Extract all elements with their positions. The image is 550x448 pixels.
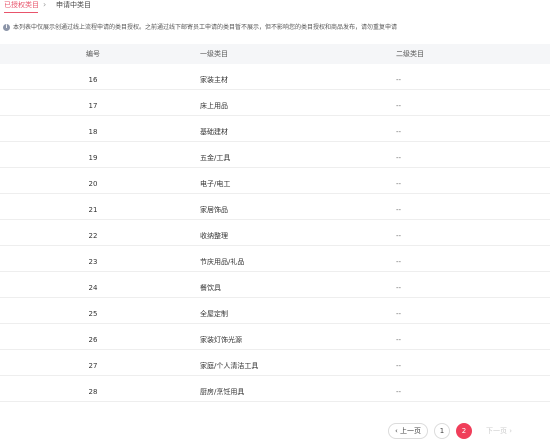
table-row: 18 基础建材 -- bbox=[0, 116, 550, 142]
table-body: 16 家装主材 -- 17 床上用品 -- 18 基础建材 -- 19 五金/工… bbox=[0, 64, 550, 402]
page-2-button[interactable]: 2 bbox=[456, 423, 472, 439]
table-row: 22 收纳整理 -- bbox=[0, 220, 550, 246]
table-row: 19 五金/工具 -- bbox=[0, 142, 550, 168]
table-row: 25 全屋定制 -- bbox=[0, 298, 550, 324]
table-header: 编号 一级类目 二级类目 bbox=[0, 44, 550, 64]
category-authorization-page: 已授权类目 › 申请中类目 i 本列表中仅展示创通过线上流程申请的类目授权。之前… bbox=[0, 0, 550, 448]
info-icon: i bbox=[3, 24, 10, 31]
header-primary-category: 一级类目 bbox=[200, 50, 228, 58]
table-row: 16 家装主材 -- bbox=[0, 64, 550, 90]
header-number: 编号 bbox=[86, 50, 100, 58]
tab-bar: 已授权类目 › 申请中类目 bbox=[0, 0, 550, 15]
table-row: 17 床上用品 -- bbox=[0, 90, 550, 116]
table-row: 21 家居饰品 -- bbox=[0, 194, 550, 220]
notice-banner: i 本列表中仅展示创通过线上流程申请的类目授权。之前通过线下邮寄员工申请的类目暂… bbox=[0, 20, 550, 35]
tab-pending-categories[interactable]: 申请中类目 bbox=[56, 1, 91, 10]
chevron-right-icon: › bbox=[43, 0, 47, 9]
notice-text: 本列表中仅展示创通过线上流程申请的类目授权。之前通过线下邮寄员工申请的类目暂不展… bbox=[13, 24, 398, 31]
table-row: 24 餐饮具 -- bbox=[0, 272, 550, 298]
table-row: 27 家庭/个人清洁工具 -- bbox=[0, 350, 550, 376]
table-row: 26 家装灯饰光源 -- bbox=[0, 324, 550, 350]
page-1-button[interactable]: 1 bbox=[434, 423, 450, 439]
header-secondary-category: 二级类目 bbox=[396, 50, 424, 58]
table-row: 23 节庆用品/礼品 -- bbox=[0, 246, 550, 272]
table-row: 28 厨房/烹饪用具 -- bbox=[0, 376, 550, 402]
row-secondary-category: -- bbox=[396, 388, 402, 396]
next-page-button[interactable]: 下一页 › bbox=[479, 423, 519, 439]
row-number: 28 bbox=[88, 388, 98, 396]
previous-page-button[interactable]: ‹ 上一页 bbox=[388, 423, 428, 439]
row-primary-category: 厨房/烹饪用具 bbox=[200, 388, 245, 396]
pagination: ‹ 上一页 1 2 下一页 › bbox=[0, 422, 550, 440]
table-row: 20 电子/电工 -- bbox=[0, 168, 550, 194]
active-tab-indicator bbox=[4, 12, 38, 13]
tab-authorized-categories[interactable]: 已授权类目 bbox=[4, 1, 39, 10]
